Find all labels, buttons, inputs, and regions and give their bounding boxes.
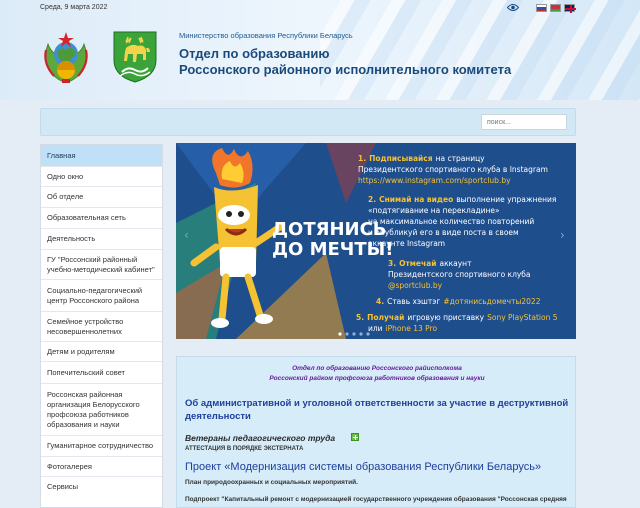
ministry-label: Министерство образования Республики Бела… xyxy=(179,31,353,40)
flag-ru-icon[interactable] xyxy=(536,4,547,12)
site-title-line1: Отдел по образованию xyxy=(179,46,330,61)
banner-step2-line2: «подтягивание на перекладине» xyxy=(368,206,500,215)
sidebar-item-label: Сервисы xyxy=(47,482,79,491)
coat-of-arms-icon xyxy=(113,31,157,83)
sidebar-item-label: Главная xyxy=(47,150,76,160)
sidebar-item-methodical-office[interactable]: ГУ "Россонский районный учебно-методичес… xyxy=(41,250,162,280)
sidebar-item-label: Об отделе xyxy=(47,192,84,201)
sidebar-item-label: Социально-педагогический центр Россонско… xyxy=(47,285,143,305)
flag-by-icon[interactable] xyxy=(550,4,561,12)
sidebar-item-family[interactable]: Семейное устройство несовершеннолетних xyxy=(41,312,162,342)
sidebar-item-humanitarian[interactable]: Гуманитарное сотрудничество xyxy=(41,436,162,457)
plus-icon xyxy=(351,433,359,441)
sidebar-item-trade-union[interactable]: Россонская районная организация Белорусс… xyxy=(41,384,162,436)
sidebar-item-label: Фотогалерея xyxy=(47,461,92,471)
search-input[interactable] xyxy=(481,114,567,130)
slider-dots xyxy=(338,332,370,336)
sidebar-item-label: Деятельность xyxy=(47,234,96,243)
sidebar-item-label: Попечительский совет xyxy=(47,367,125,377)
main-content: Отдел по образованию Россонского райиспо… xyxy=(176,356,576,508)
svg-text:4.Ставь хэштэг#дотянисьдомечты: 4. Ставь хэштэг #дотянисьдомечты2022 xyxy=(376,297,541,306)
sidebar-item-label: Семейное устройство несовершеннолетних xyxy=(47,316,124,336)
slider-dot[interactable] xyxy=(352,332,356,336)
content-link-trade-union[interactable]: Россонский райком профсоюза работников о… xyxy=(177,375,577,382)
svg-text:3.Отмечайаккаунт: 3. Отмечай аккаунт xyxy=(388,259,472,268)
content-project-title[interactable]: Проект «Модернизация системы образования… xyxy=(185,461,541,473)
sidebar-item-children-parents[interactable]: Детям и родителям xyxy=(41,342,162,362)
sidebar-nav: Главная Одно окно Об отделе Образователь… xyxy=(40,144,163,508)
slider-next-icon[interactable]: › xyxy=(560,228,565,242)
sidebar-item-board[interactable]: Попечительский совет xyxy=(41,362,162,384)
sidebar-item-about[interactable]: Об отделе xyxy=(41,187,162,208)
content-veterans-link[interactable]: Ветераны педагогического труда xyxy=(185,433,335,443)
sidebar-item-home[interactable]: Главная xyxy=(41,145,162,167)
eye-icon[interactable] xyxy=(507,3,519,12)
banner-step3-line2: Президентского спортивного клуба xyxy=(388,270,531,279)
slider-dot[interactable] xyxy=(345,332,349,336)
content-plan[interactable]: План природоохранных и социальных меропр… xyxy=(185,479,573,486)
sidebar-item-label: Гуманитарное сотрудничество xyxy=(47,441,154,450)
banner-step2-line5: аккаунте Instagram xyxy=(368,239,445,248)
svg-text:5.Получайигровую приставкуSony: 5. Получай игровую приставку Sony PlayStati… xyxy=(356,313,558,322)
belarus-emblem-icon xyxy=(44,32,88,83)
sidebar-item-label: Образовательная сеть xyxy=(47,213,126,222)
sidebar-item-label: Детям и родителям xyxy=(47,346,115,356)
sidebar-item-one-window[interactable]: Одно окно xyxy=(41,167,162,187)
svg-text:2.Снимай на видеовыполнение уп: 2. Снимай на видео выполнение упражнения xyxy=(368,195,556,204)
slider-dot[interactable] xyxy=(366,332,370,336)
content-attestation[interactable]: АТТЕСТАЦИЯ В ПОРЯДКЕ ЭКСТЕРНАТА xyxy=(185,446,303,452)
content-headline[interactable]: Об административной и уголовной ответств… xyxy=(185,397,570,423)
content-subproject[interactable]: Подпроект "Капитальный ремонт с модерниз… xyxy=(185,496,573,503)
sidebar-item-activity[interactable]: Деятельность xyxy=(41,229,162,250)
banner-step1-url: https://www.instagram.com/sportclub.by xyxy=(358,176,511,185)
site-title: Отдел по образованию Россонского районно… xyxy=(179,46,511,78)
slider-dot[interactable] xyxy=(359,332,363,336)
banner-step2-line3: на максимальное количество повторений xyxy=(368,217,534,226)
sidebar-item-gallery[interactable]: Фотогалерея xyxy=(41,457,162,477)
banner-step3-line3: @sportclub.by xyxy=(388,281,443,290)
svg-text:1.Подписывайсяна страницу: 1. Подписывайся на страницу xyxy=(358,154,485,163)
content-link-department[interactable]: Отдел по образованию Россонского райиспо… xyxy=(177,365,577,372)
sidebar-item-label: ГУ "Россонский районный учебно-методичес… xyxy=(47,254,155,274)
slider-dot[interactable] xyxy=(338,332,342,336)
sidebar-item-services[interactable]: Сервисы xyxy=(41,477,162,497)
current-date: Среда, 9 марта 2022 xyxy=(40,4,108,11)
slider-prev-icon[interactable]: ‹ xyxy=(184,228,189,242)
site-title-line2: Россонского районного исполнительного ко… xyxy=(179,62,512,77)
sidebar-item-social-center[interactable]: Социально-педагогический центр Россонско… xyxy=(41,280,162,312)
promo-banner[interactable]: ДОТЯНИСЬ ДО МЕЧТЫ! 1. Подписывайся на стра… xyxy=(176,143,576,339)
sidebar-item-label: Россонская районная организация Белорусс… xyxy=(47,389,140,429)
banner-step1-line2: Президентского спортивного клуба в Insta… xyxy=(358,165,548,174)
banner-step2-line4: и опубликуй его в виде поста в своем xyxy=(368,228,519,237)
flag-en-icon[interactable] xyxy=(564,4,576,13)
sidebar-item-label: Одно окно xyxy=(47,171,84,181)
sidebar-item-network[interactable]: Образовательная сеть xyxy=(41,208,162,229)
